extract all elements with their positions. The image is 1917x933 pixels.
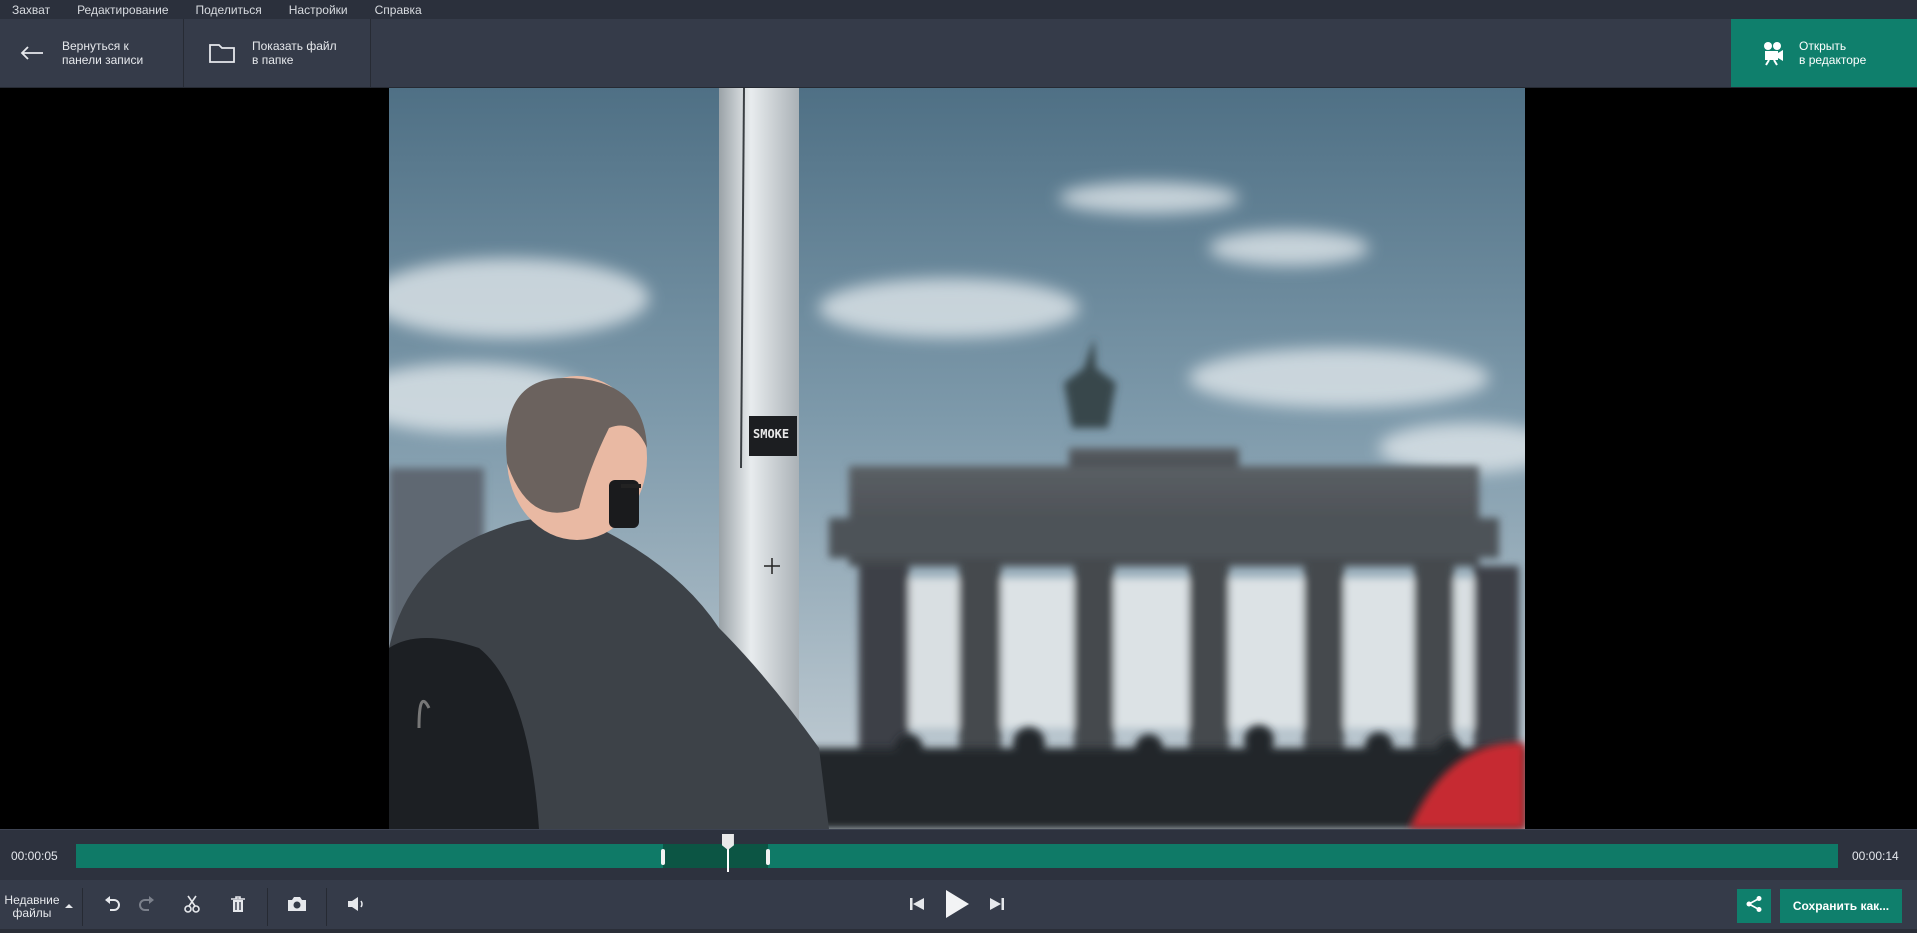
divider	[267, 888, 268, 926]
timeline-selection[interactable]	[662, 844, 769, 868]
menu-edit[interactable]: Редактирование	[65, 3, 183, 17]
trash-icon	[230, 895, 246, 918]
menu-share[interactable]: Поделиться	[184, 3, 277, 17]
chevron-up-icon	[64, 900, 74, 913]
redo-button[interactable]	[133, 880, 161, 933]
current-time: 00:00:05	[11, 849, 58, 863]
video-preview: SMOKE	[0, 88, 1917, 829]
top-toolbar: Вернуться к панели записи Показать файл …	[0, 19, 1917, 88]
menu-help[interactable]: Справка	[363, 3, 437, 17]
film-camera-icon	[1761, 40, 1785, 66]
recent-label-line1: Недавние	[4, 892, 60, 907]
video-frame: SMOKE	[389, 88, 1525, 829]
total-time: 00:00:14	[1852, 849, 1899, 863]
back-label-line1: Вернуться к	[62, 39, 129, 53]
previous-button[interactable]	[903, 880, 931, 933]
volume-button[interactable]	[342, 880, 370, 933]
redo-icon	[138, 895, 156, 918]
back-label-line2: панели записи	[62, 53, 144, 67]
arrow-left-icon	[16, 45, 48, 61]
play-icon	[944, 889, 970, 924]
bottom-controls: Недавние файлы Сохранить как...	[0, 880, 1917, 933]
folder-label-line2: в папке	[252, 53, 294, 67]
back-to-recording-panel-button[interactable]: Вернуться к панели записи	[0, 19, 184, 87]
divider	[326, 888, 327, 926]
open-in-editor-button[interactable]: Открыть в редакторе	[1731, 19, 1917, 87]
play-button[interactable]	[940, 880, 974, 933]
recent-files-button[interactable]: Недавние файлы	[0, 880, 82, 933]
show-in-folder-button[interactable]: Показать файл в папке	[184, 19, 371, 87]
timeline-track[interactable]	[76, 844, 1838, 868]
move-cursor-icon	[764, 558, 780, 574]
share-button[interactable]	[1737, 889, 1771, 923]
snapshot-button[interactable]	[283, 880, 311, 933]
share-icon	[1745, 895, 1763, 918]
camera-icon	[287, 896, 307, 917]
scissors-icon	[183, 895, 201, 918]
divider	[82, 888, 83, 926]
folder-label-line1: Показать файл	[252, 39, 337, 53]
editor-label-line2: в редакторе	[1799, 53, 1867, 67]
volume-icon	[347, 896, 365, 917]
folder-icon	[206, 42, 238, 64]
undo-icon	[103, 895, 121, 918]
editor-label-line1: Открыть	[1799, 39, 1847, 53]
selection-end-marker[interactable]	[766, 849, 771, 865]
bottom-strip	[0, 929, 1917, 933]
next-button[interactable]	[983, 880, 1011, 933]
delete-button[interactable]	[224, 880, 252, 933]
save-as-button[interactable]: Сохранить как...	[1780, 889, 1902, 923]
sticker-text: SMOKE	[753, 427, 789, 441]
undo-button[interactable]	[98, 880, 126, 933]
timeline: 00:00:05 00:00:14	[0, 829, 1917, 881]
menu-settings[interactable]: Настройки	[277, 3, 363, 17]
recent-label-line2: файлы	[12, 905, 52, 920]
cut-button[interactable]	[178, 880, 206, 933]
menu-capture[interactable]: Захват	[0, 3, 65, 17]
menu-bar: Захват Редактирование Поделиться Настрой…	[0, 0, 1917, 19]
playhead-line	[726, 848, 729, 872]
skip-back-icon	[909, 896, 925, 917]
skip-forward-icon	[989, 896, 1005, 917]
selection-start-marker[interactable]	[660, 849, 665, 865]
